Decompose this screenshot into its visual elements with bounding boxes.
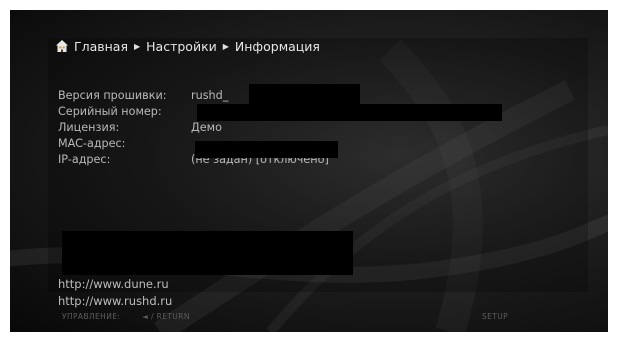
link-rushd[interactable]: http://www.rushd.ru xyxy=(58,293,172,309)
license-label: Лицензия: xyxy=(58,121,120,134)
link-dune[interactable]: http://www.dune.ru xyxy=(58,276,169,292)
footer-return-hint[interactable]: ◄ / RETURN xyxy=(142,312,190,324)
home-icon[interactable] xyxy=(55,39,69,53)
footer-control-label: УПРАВЛЕНИЕ: xyxy=(62,312,121,321)
mac-label: MAC-адрес: xyxy=(58,137,126,150)
chevron-right-icon: ▶ xyxy=(222,41,229,51)
footer-setup[interactable]: SETUP xyxy=(482,312,508,324)
breadcrumb-home[interactable]: Главная xyxy=(74,39,128,54)
redacted-block xyxy=(62,231,353,275)
breadcrumb: Главная ▶ Настройки ▶ Информация xyxy=(55,37,320,55)
chevron-right-icon: ▶ xyxy=(134,41,141,51)
breadcrumb-information: Информация xyxy=(234,38,320,54)
serial-label: Серийный номер: xyxy=(58,105,162,118)
redacted-serial xyxy=(197,104,502,121)
license-value: Демо xyxy=(191,121,222,134)
redacted-mac xyxy=(195,141,338,158)
ip-label: IP-адрес: xyxy=(58,153,111,166)
redacted-firmware xyxy=(249,84,360,106)
firmware-value: rushd_ xyxy=(191,89,229,102)
firmware-label: Версия прошивки: xyxy=(58,89,167,102)
breadcrumb-settings[interactable]: Настройки xyxy=(146,39,217,54)
